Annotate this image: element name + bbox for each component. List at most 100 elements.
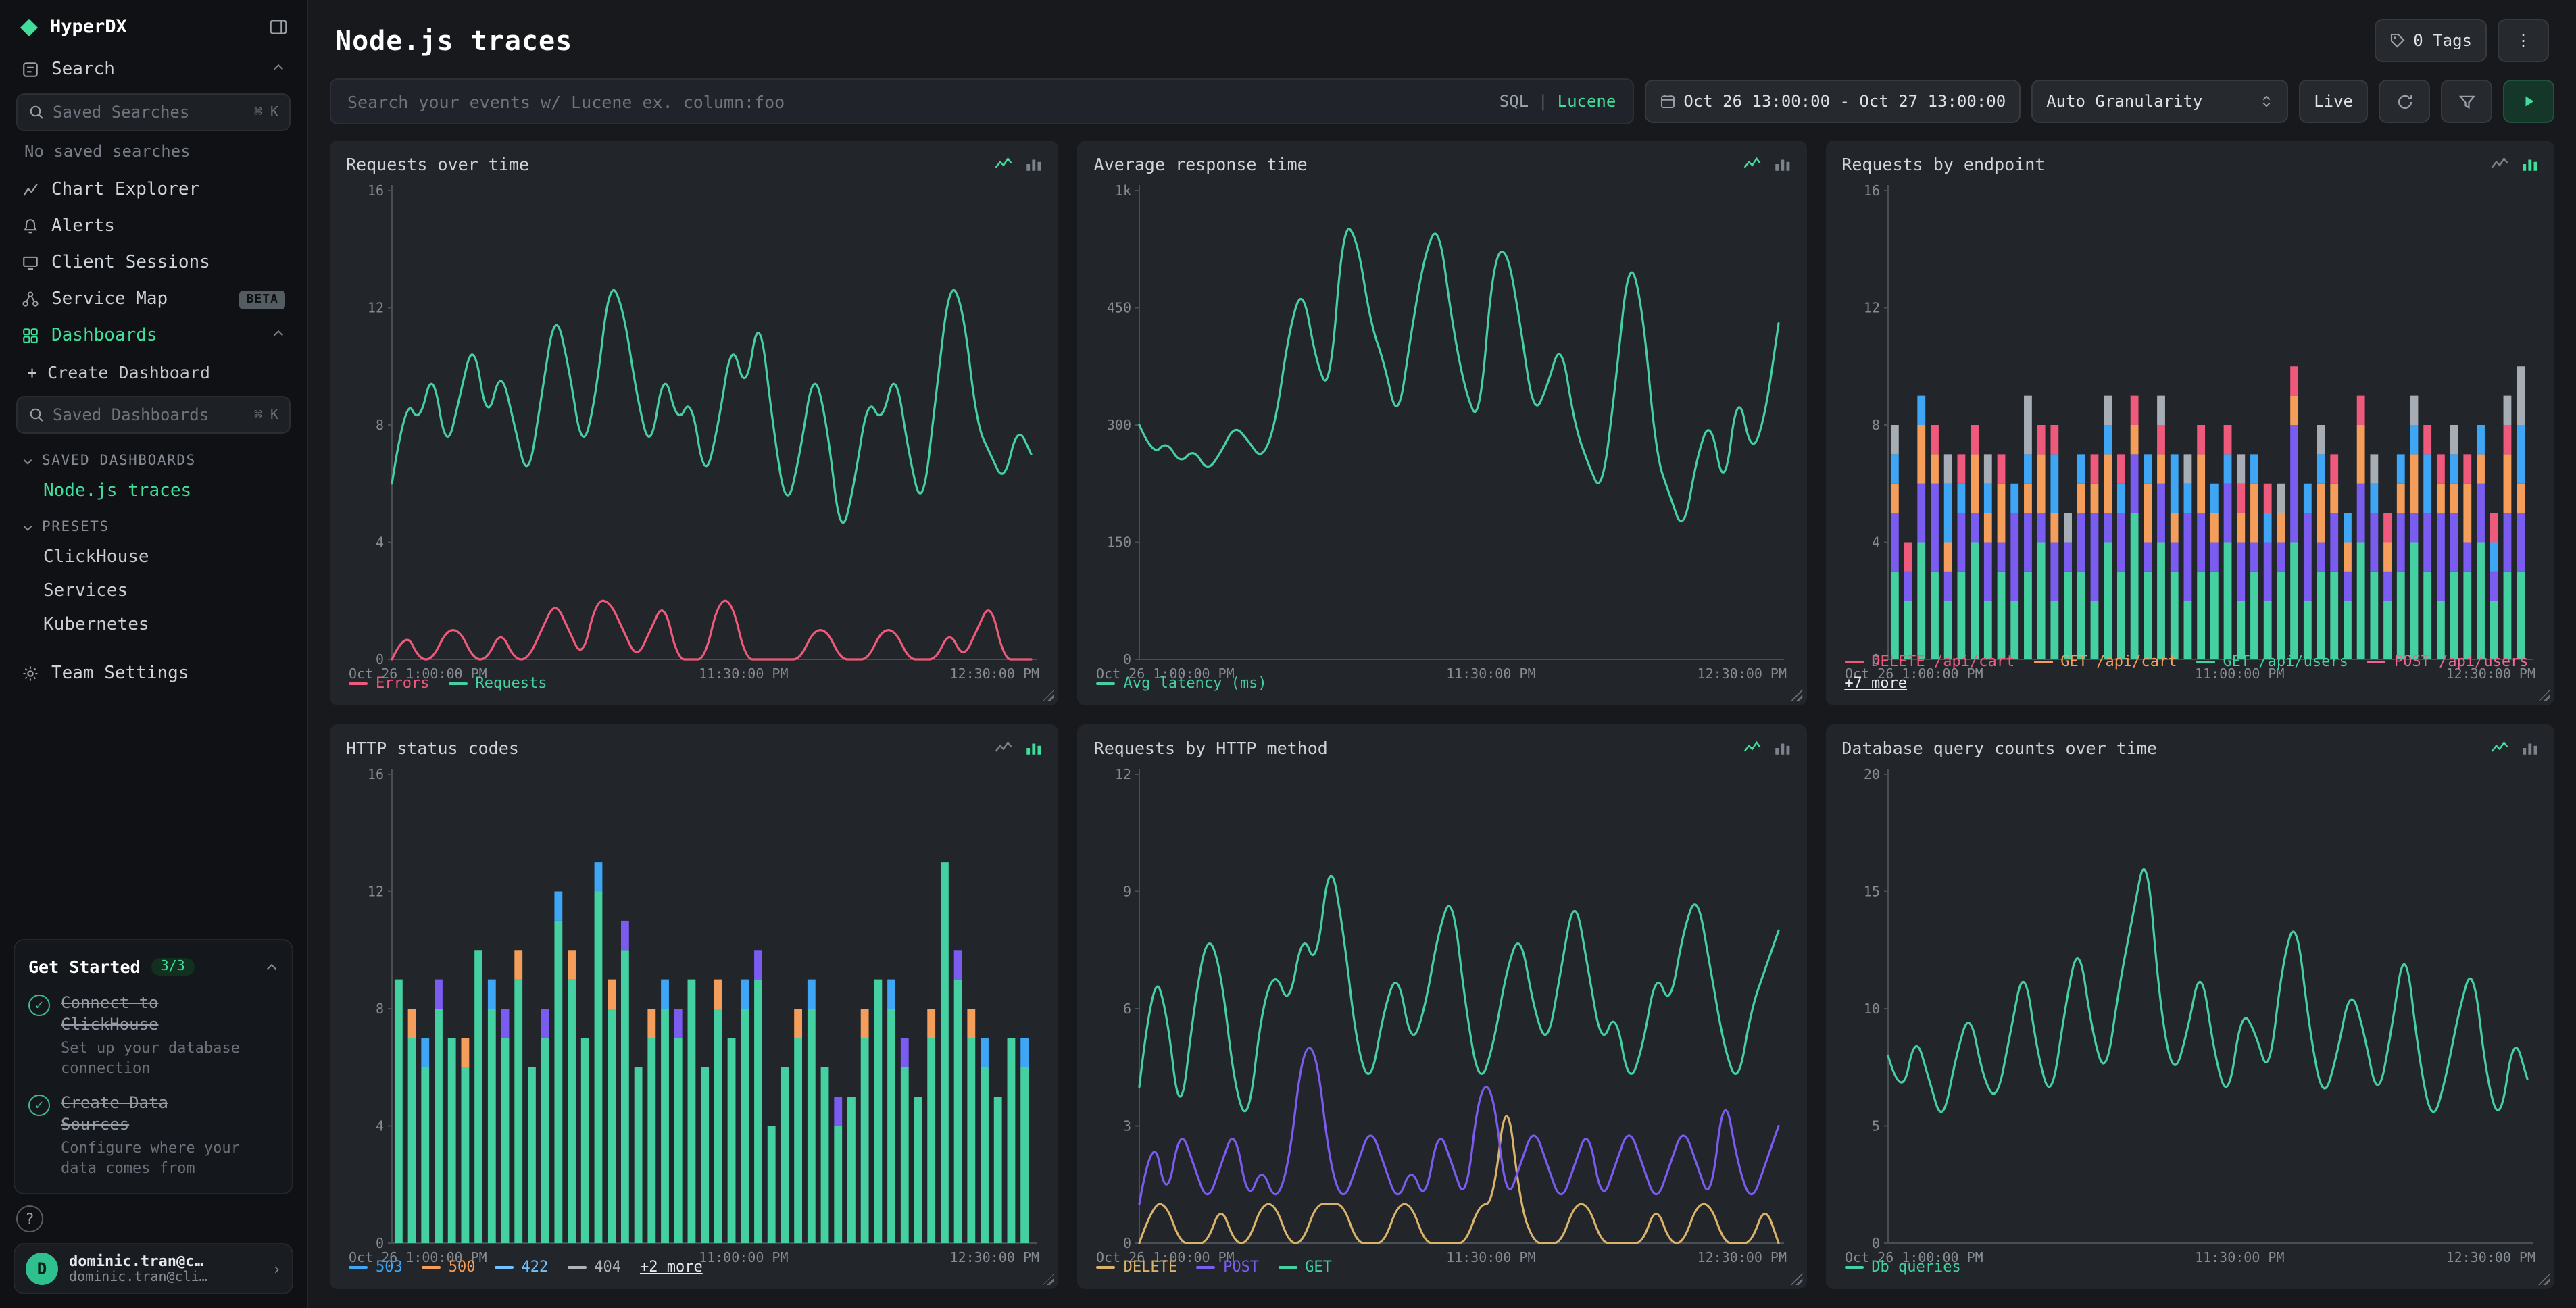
chart-legend: DELETE POST GET xyxy=(1094,1250,1791,1278)
chart-canvas[interactable]: 0481216Oct 26 1:00:00 PM11:00:00 PM12:30… xyxy=(346,761,1043,1250)
svg-text:12: 12 xyxy=(368,300,384,316)
sql-toggle[interactable]: SQL xyxy=(1500,92,1529,111)
chart-canvas[interactable]: 01503004501kOct 26 1:00:00 PM11:30:00 PM… xyxy=(1094,177,1791,666)
chart-canvas[interactable]: 0481216Oct 26 1:00:00 PM11:00:00 PM12:30… xyxy=(1841,177,2538,645)
preset-item-clickhouse[interactable]: ClickHouse xyxy=(14,540,293,574)
bar-view-icon[interactable] xyxy=(2521,155,2538,173)
saved-searches-input[interactable] xyxy=(53,103,246,122)
section-label-text: PRESETS xyxy=(42,519,109,535)
legend-item[interactable]: DELETE xyxy=(1097,1258,1178,1276)
saved-dashboards-section-header[interactable]: SAVED DASHBOARDS xyxy=(14,442,293,474)
chevron-up-icon[interactable] xyxy=(265,955,278,980)
granularity-select[interactable]: Auto Granularity xyxy=(2031,80,2288,123)
tags-button-label: 0 Tags xyxy=(2413,31,2472,50)
legend-item[interactable]: GET /api/cart xyxy=(2033,653,2177,670)
line-view-icon[interactable] xyxy=(1743,155,1760,173)
live-button[interactable]: Live xyxy=(2299,80,2368,123)
panel-title: Average response time xyxy=(1094,154,1308,174)
preset-item-services[interactable]: Services xyxy=(14,574,293,608)
date-range-picker[interactable]: Oct 26 13:00:00 - Oct 27 13:00:00 xyxy=(1644,80,2021,123)
legend-item[interactable]: GET /api/users xyxy=(2196,653,2348,670)
header-actions: 0 Tags ⋮ xyxy=(2374,19,2549,62)
legend-item[interactable]: Errors xyxy=(349,674,430,692)
line-view-icon[interactable] xyxy=(2491,739,2508,757)
presets-section-header[interactable]: PRESETS xyxy=(14,508,293,540)
task-title: Create Data Sources xyxy=(61,1093,230,1135)
more-menu-button[interactable]: ⋮ xyxy=(2498,19,2549,62)
bar-view-icon[interactable] xyxy=(1773,739,1790,757)
resize-handle[interactable] xyxy=(2538,689,2550,701)
bar-view-icon[interactable] xyxy=(2521,739,2538,757)
dashboard-grid: Requests over time 0481216Oct 26 1:00:00… xyxy=(330,141,2554,1308)
collapse-sidebar-icon[interactable] xyxy=(269,18,288,36)
get-started-task[interactable]: ✓ Create Data Sources Configure where yo… xyxy=(28,1093,278,1180)
chart-canvas[interactable]: 0481216Oct 26 1:00:00 PM11:30:00 PM12:30… xyxy=(346,177,1043,666)
dashboard-item-nodejs-traces[interactable]: Node.js traces xyxy=(14,474,293,508)
filter-button[interactable] xyxy=(2441,80,2492,123)
sidebar-item-alerts[interactable]: Alerts xyxy=(14,208,293,245)
saved-dashboards-box[interactable]: ⌘ K xyxy=(16,396,291,434)
resize-handle[interactable] xyxy=(2538,1273,2550,1285)
sidebar-item-client-sessions[interactable]: Client Sessions xyxy=(14,245,293,281)
create-dashboard-button[interactable]: + Create Dashboard xyxy=(14,354,293,391)
refresh-button[interactable] xyxy=(2379,80,2430,123)
legend-dash xyxy=(1844,1265,1863,1268)
lucene-toggle[interactable]: Lucene xyxy=(1558,92,1616,111)
line-view-icon[interactable] xyxy=(995,155,1013,173)
sidebar-item-chart-explorer[interactable]: Chart Explorer xyxy=(14,172,293,208)
bar-view-icon[interactable] xyxy=(1773,155,1790,173)
panel-database-query-counts: Database query counts over time 05101520… xyxy=(1825,724,2554,1289)
resize-handle[interactable] xyxy=(1043,689,1055,701)
line-view-icon[interactable] xyxy=(1743,739,1760,757)
get-started-header[interactable]: Get Started 3/3 xyxy=(28,955,278,980)
search-icon xyxy=(28,104,45,120)
legend-item[interactable]: Db queries xyxy=(1844,1258,1960,1276)
chart-canvas[interactable]: 036912Oct 26 1:00:00 PM11:30:00 PM12:30:… xyxy=(1094,761,1791,1250)
bar-view-icon[interactable] xyxy=(1025,155,1043,173)
user-account-row[interactable]: D dominic.tran@c… dominic.tran@cli… › xyxy=(14,1243,293,1294)
help-icon[interactable]: ? xyxy=(16,1205,43,1232)
legend-label: Errors xyxy=(376,674,430,692)
sidebar-item-team-settings[interactable]: Team Settings xyxy=(14,655,293,692)
legend-more-link[interactable]: +7 more xyxy=(1844,674,1907,692)
legend-item[interactable]: DELETE /api/cart xyxy=(1844,653,2014,670)
sidebar-item-dashboards[interactable]: Dashboards xyxy=(14,318,293,354)
legend-item[interactable]: Requests xyxy=(449,674,547,692)
legend-item[interactable]: POST /api/users xyxy=(2367,653,2529,670)
resize-handle[interactable] xyxy=(1043,1273,1055,1285)
preset-item-kubernetes[interactable]: Kubernetes xyxy=(14,608,293,642)
bar-view-icon[interactable] xyxy=(1025,739,1043,757)
brand-name: HyperDX xyxy=(50,16,258,38)
chart-canvas[interactable]: 05101520Oct 26 1:00:00 PM11:30:00 PM12:3… xyxy=(1841,761,2538,1250)
run-query-button[interactable] xyxy=(2503,80,2554,123)
saved-dashboards-input[interactable] xyxy=(53,405,246,424)
legend-label: 404 xyxy=(594,1258,621,1276)
svg-text:12: 12 xyxy=(1863,300,1879,316)
legend-item[interactable]: GET xyxy=(1278,1258,1332,1276)
line-view-icon[interactable] xyxy=(2491,155,2508,173)
sidebar-item-service-map[interactable]: Service Map BETA xyxy=(14,281,293,318)
sidebar-item-search[interactable]: Search xyxy=(14,51,293,88)
legend-item[interactable]: 503 xyxy=(349,1258,403,1276)
refresh-icon xyxy=(2396,93,2413,110)
tags-button[interactable]: 0 Tags xyxy=(2374,19,2487,62)
event-search-input[interactable] xyxy=(347,91,1489,111)
chart-legend: Avg latency (ms) xyxy=(1094,666,1791,695)
legend-item[interactable]: Avg latency (ms) xyxy=(1097,674,1267,692)
get-started-task[interactable]: ✓ Connect to ClickHouse Set up your data… xyxy=(28,994,278,1080)
legend-item[interactable]: 404 xyxy=(567,1258,621,1276)
query-language-toggle: SQL | Lucene xyxy=(1500,92,1616,111)
legend-item[interactable]: POST xyxy=(1196,1258,1259,1276)
saved-searches-box[interactable]: ⌘ K xyxy=(16,93,291,131)
legend-item[interactable]: 422 xyxy=(495,1258,549,1276)
event-search-box[interactable]: SQL | Lucene xyxy=(330,78,1633,124)
legend-item[interactable]: 500 xyxy=(422,1258,476,1276)
line-view-icon[interactable] xyxy=(995,739,1013,757)
resize-handle[interactable] xyxy=(1790,1273,1802,1285)
legend-more-link[interactable]: +2 more xyxy=(640,1258,703,1276)
resize-handle[interactable] xyxy=(1790,689,1802,701)
search-icon xyxy=(28,407,45,423)
legend-dash xyxy=(422,1265,441,1268)
svg-text:4: 4 xyxy=(376,1118,384,1134)
svg-text:15: 15 xyxy=(1863,884,1879,900)
